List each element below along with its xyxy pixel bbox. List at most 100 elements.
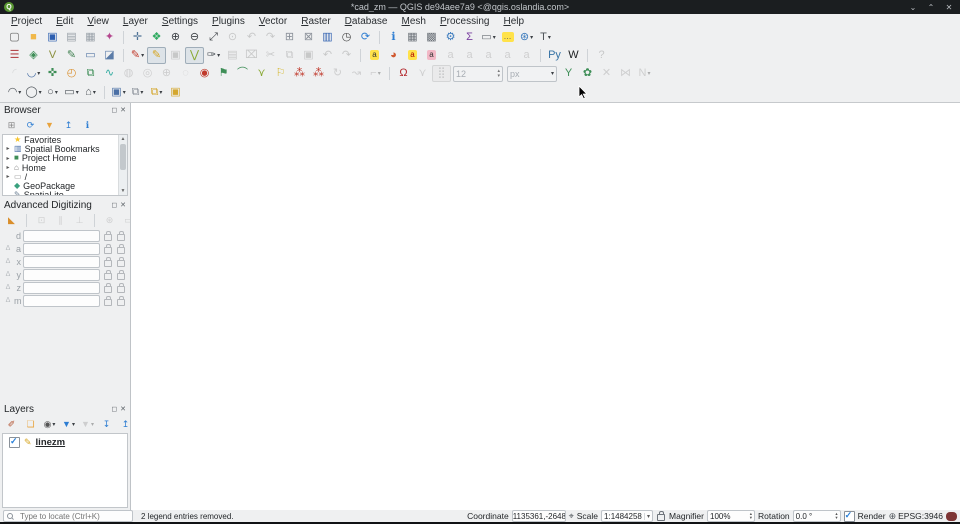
- browser-item-geopackage[interactable]: ◆GeoPackage: [3, 181, 127, 190]
- spin-arrows-icon[interactable]: ▴▾: [835, 512, 837, 521]
- split-features-button[interactable]: ⋎: [252, 65, 271, 82]
- delta-toggle-icon[interactable]: Δ: [4, 271, 12, 278]
- properties-widget-button[interactable]: ℹ: [79, 118, 96, 133]
- crs-status-button[interactable]: ⊕ EPSG:3946: [889, 511, 943, 521]
- minimize-button[interactable]: ⌄: [906, 3, 920, 12]
- offset-curve-button[interactable]: ⌒: [233, 65, 252, 82]
- filter-browser-button[interactable]: ▼: [41, 118, 58, 133]
- scroll-up-icon[interactable]: ▲: [119, 135, 127, 143]
- scale-combo[interactable]: 1:1484258 ▾: [601, 510, 653, 522]
- copy-annotation-button[interactable]: ⧉▾: [128, 84, 147, 101]
- zoom-out-button[interactable]: ⊖: [185, 29, 204, 46]
- merge-attributes-button[interactable]: ⁂: [309, 65, 328, 82]
- pan-to-selection-button[interactable]: ❖: [147, 29, 166, 46]
- new-virtual-layer-button[interactable]: ◪: [100, 47, 119, 64]
- browser-item-home[interactable]: ▸⌂Home: [3, 163, 127, 172]
- text-annotation-button[interactable]: T▾: [536, 29, 555, 46]
- pin-labels-button[interactable]: a: [403, 47, 422, 64]
- temporal-controller-button[interactable]: ◷: [337, 29, 356, 46]
- vertex-tool-button[interactable]: ✑▾: [204, 47, 223, 64]
- delta-toggle-icon[interactable]: Δ: [4, 245, 12, 252]
- browser-scrollbar[interactable]: ▲ ▼: [118, 135, 127, 195]
- field-calculator-button[interactable]: ▩: [422, 29, 441, 46]
- expander-icon[interactable]: ▸: [5, 145, 11, 152]
- spin-arrows-icon[interactable]: ▴▾: [750, 512, 752, 521]
- topological-editing-button[interactable]: Y: [559, 65, 578, 82]
- menu-view[interactable]: View: [80, 16, 116, 27]
- browser-item-favorites[interactable]: ★Favorites: [3, 135, 127, 144]
- delta-toggle-icon[interactable]: Δ: [4, 297, 12, 304]
- expand-all-layers-button[interactable]: ↧: [98, 417, 115, 432]
- toggle-editing-button[interactable]: ✎: [147, 47, 166, 64]
- close-panel-icon[interactable]: ✕: [120, 107, 126, 114]
- delete-part-button[interactable]: ◉: [195, 65, 214, 82]
- split-parts-button[interactable]: ⚐: [271, 65, 290, 82]
- cad-input-a[interactable]: [23, 243, 100, 255]
- ellipse-button[interactable]: ○▾: [43, 84, 62, 101]
- cad-input-y[interactable]: [23, 269, 100, 281]
- open-layer-styling-button[interactable]: ✐: [3, 417, 20, 432]
- layer-item-linezm[interactable]: ✎linezm: [3, 434, 127, 448]
- magnifier-spin[interactable]: 100% ▴▾: [707, 510, 755, 522]
- processing-toolbox-button[interactable]: ⚙: [441, 29, 460, 46]
- wkt-tool-button[interactable]: W: [564, 47, 583, 64]
- new-project-button[interactable]: ▢: [5, 29, 24, 46]
- enable-advanced-digitizing-button[interactable]: ◣: [3, 213, 20, 228]
- manage-map-themes-button[interactable]: ◉▾: [41, 417, 58, 432]
- log-messages-button[interactable]: [946, 512, 957, 521]
- add-line-feature-button[interactable]: ⋁: [185, 47, 204, 64]
- move-feature-button[interactable]: ✜: [43, 65, 62, 82]
- cad-input-x[interactable]: [23, 256, 100, 268]
- digitize-with-curve-button[interactable]: ◡▾: [24, 65, 43, 82]
- circle-button[interactable]: ◯▾: [24, 84, 43, 101]
- float-panel-icon[interactable]: ◻: [111, 202, 117, 209]
- edit-annotation-button[interactable]: ▣▾: [109, 84, 128, 101]
- menu-plugins[interactable]: Plugins: [205, 16, 252, 27]
- menu-project[interactable]: Project: [4, 16, 49, 27]
- delta-toggle-icon[interactable]: Δ: [4, 258, 12, 265]
- browser-item-project-home[interactable]: ▸■Project Home: [3, 154, 127, 163]
- locate-search[interactable]: [3, 510, 133, 522]
- menu-help[interactable]: Help: [496, 16, 531, 27]
- expander-icon[interactable]: ▸: [5, 164, 11, 171]
- rotate-feature-button[interactable]: ◴: [62, 65, 81, 82]
- reshape-features-button[interactable]: ⚑: [214, 65, 233, 82]
- pan-map-button[interactable]: ✛: [128, 29, 147, 46]
- new-annotation-button[interactable]: ⧉▾: [147, 84, 166, 101]
- new-spatial-bookmark-button[interactable]: ⊛▾: [517, 29, 536, 46]
- menu-edit[interactable]: Edit: [49, 16, 80, 27]
- new-map-view-button[interactable]: ⊞: [280, 29, 299, 46]
- cad-input-z[interactable]: [23, 282, 100, 294]
- open-attribute-table-button[interactable]: ▦: [403, 29, 422, 46]
- menu-mesh[interactable]: Mesh: [395, 16, 433, 27]
- rotation-spin[interactable]: 0.0 ° ▴▾: [793, 510, 841, 522]
- maximize-button[interactable]: ⌃: [924, 3, 938, 12]
- menu-processing[interactable]: Processing: [433, 16, 496, 27]
- browser-item-root[interactable]: ▸▭/: [3, 172, 127, 181]
- browser-item-spatialite[interactable]: ✎SpatiaLite: [3, 191, 127, 196]
- browser-item-spatial-bookmarks[interactable]: ▸▥Spatial Bookmarks: [3, 144, 127, 153]
- highlight-pinned-labels-button[interactable]: a: [422, 47, 441, 64]
- enable-snapping-button[interactable]: Ω: [394, 65, 413, 82]
- add-group-button[interactable]: ❏: [22, 417, 39, 432]
- open-project-button[interactable]: ■: [24, 29, 43, 46]
- add-selected-layers-button[interactable]: ⊞: [3, 118, 20, 133]
- data-source-manager-button[interactable]: ☰: [5, 47, 24, 64]
- menu-database[interactable]: Database: [338, 16, 395, 27]
- save-project-button[interactable]: ▣: [43, 29, 62, 46]
- circular-string-button[interactable]: ◠▾: [5, 84, 24, 101]
- collapse-all-button[interactable]: ↥: [60, 118, 77, 133]
- toggle-extents-icon[interactable]: ⌖: [569, 512, 574, 521]
- menu-layer[interactable]: Layer: [116, 16, 155, 27]
- current-edits-button[interactable]: ✎▾: [128, 47, 147, 64]
- map-canvas[interactable]: [131, 103, 960, 510]
- close-button[interactable]: ✕: [942, 3, 956, 12]
- float-panel-icon[interactable]: ◻: [111, 406, 117, 413]
- render-checkbox[interactable]: [844, 511, 855, 522]
- menu-vector[interactable]: Vector: [252, 16, 294, 27]
- simplify-feature-button[interactable]: ∿: [100, 65, 119, 82]
- modify-annotation-button[interactable]: ▣: [166, 84, 185, 101]
- new-print-layout-button[interactable]: ▤: [62, 29, 81, 46]
- avoid-overlap-button[interactable]: ✿: [578, 65, 597, 82]
- statistical-summary-button[interactable]: Σ: [460, 29, 479, 46]
